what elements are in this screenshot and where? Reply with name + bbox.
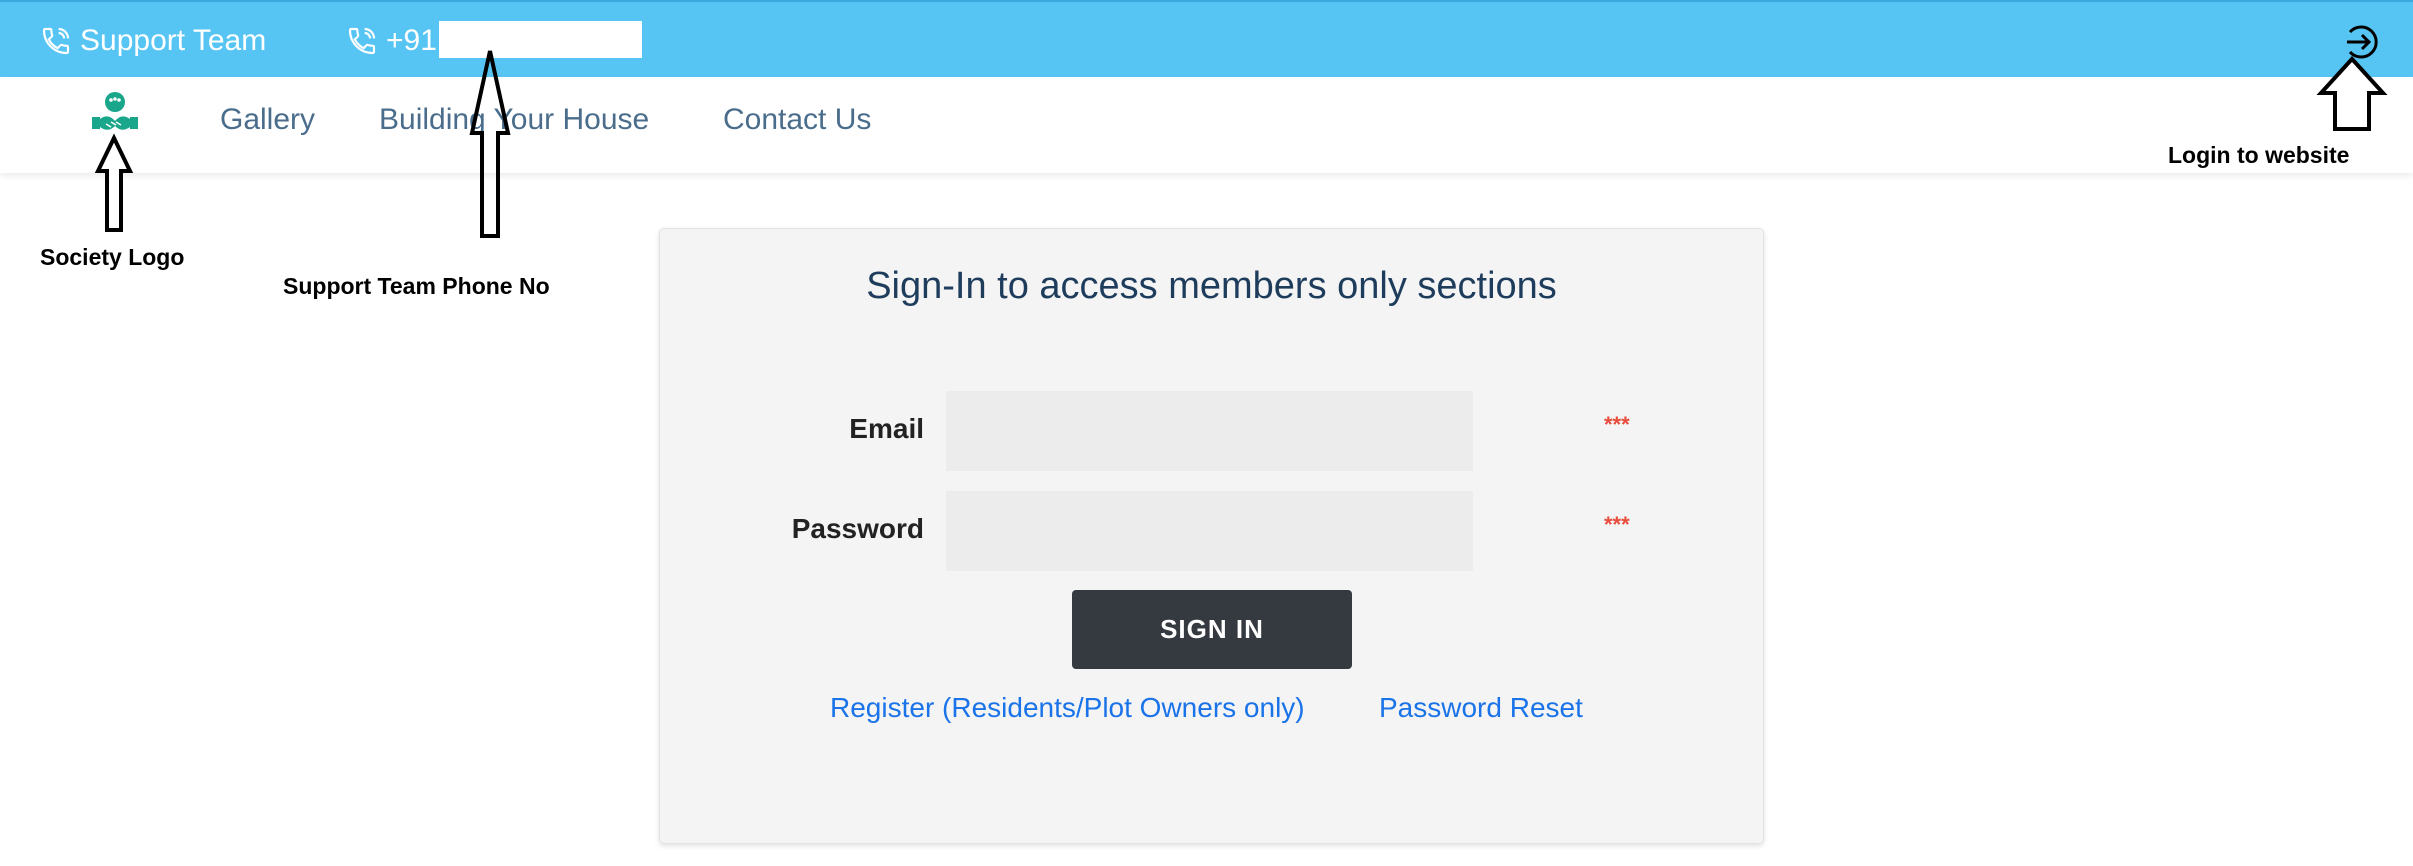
password-field[interactable] xyxy=(946,491,1473,571)
email-required-mark: *** xyxy=(1604,412,1630,437)
email-label: Email xyxy=(849,413,924,444)
signin-title: Sign-In to access members only sections xyxy=(866,265,1557,307)
signin-card: Sign-In to access members only sections … xyxy=(659,228,1764,844)
register-link[interactable]: Register (Residents/Plot Owners only) xyxy=(830,692,1305,724)
phone-prefix: +91 xyxy=(386,24,437,57)
society-logo-arrow xyxy=(94,133,134,232)
support-phone-arrow xyxy=(469,50,511,238)
email-field[interactable] xyxy=(946,391,1473,471)
support-team-item[interactable]: Support Team xyxy=(40,21,266,61)
support-phone-item[interactable]: +91 xyxy=(346,21,437,61)
nav-building-your-house[interactable]: Building Your House xyxy=(379,103,649,137)
signin-button[interactable]: SIGN IN xyxy=(1072,590,1352,669)
nav-bar: Gallery Building Your House Contact Us xyxy=(0,77,2413,173)
login-arrow xyxy=(2316,56,2388,131)
top-bar: Support Team +91 xyxy=(0,0,2413,77)
society-logo-icon[interactable] xyxy=(88,91,142,141)
password-label: Password xyxy=(791,513,924,544)
phone-icon xyxy=(348,27,376,55)
support-phone-annotation: Support Team Phone No xyxy=(283,273,550,299)
password-reset-link[interactable]: Password Reset xyxy=(1379,692,1583,724)
nav-gallery[interactable]: Gallery xyxy=(220,103,315,137)
phone-icon xyxy=(42,27,70,55)
nav-contact-us[interactable]: Contact Us xyxy=(723,103,871,137)
password-required-mark: *** xyxy=(1604,512,1630,537)
login-annotation: Login to website xyxy=(2168,142,2350,168)
society-logo-annotation: Society Logo xyxy=(40,244,185,270)
support-team-label: Support Team xyxy=(80,24,267,57)
